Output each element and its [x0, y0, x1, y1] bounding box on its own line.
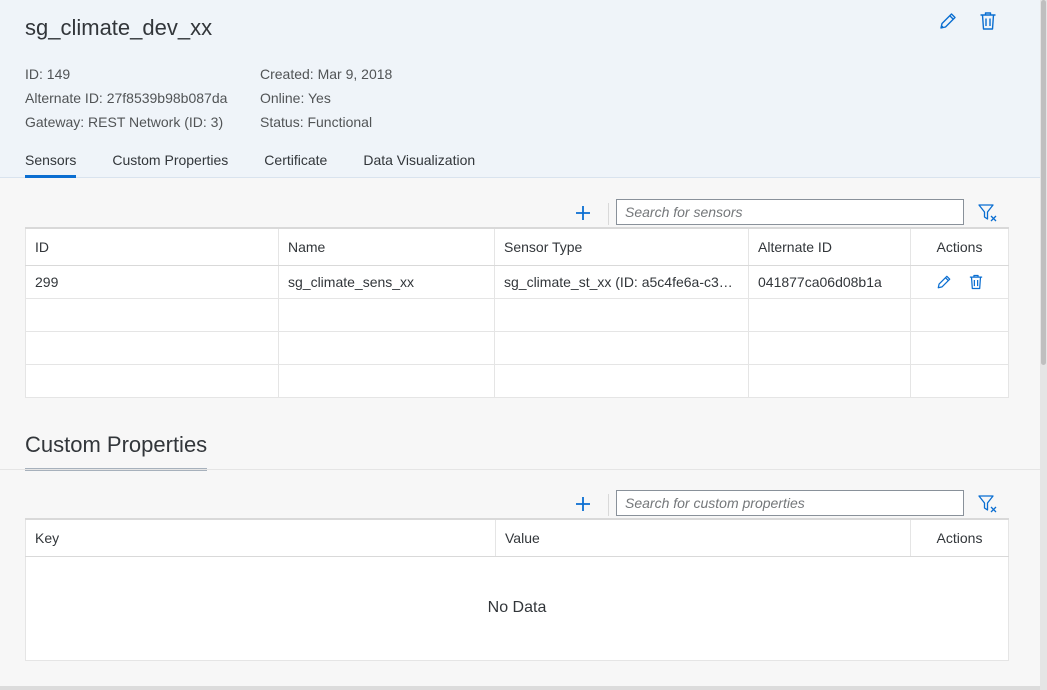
edit-sensor-button[interactable] — [935, 273, 953, 291]
no-data-text: No Data — [25, 555, 1009, 661]
filter-clear-icon — [978, 204, 997, 222]
add-sensor-button[interactable] — [571, 201, 595, 225]
table-header-row: Key Value Actions — [25, 518, 1009, 557]
object-page-header: sg_climate_dev_xx ID: 149 Alternate ID: … — [0, 0, 1040, 178]
device-meta-right: Created: Mar 9, 2018 Online: Yes Status:… — [260, 62, 392, 134]
sensors-search-input[interactable] — [616, 199, 964, 225]
table-header-row: ID Name Sensor Type Alternate ID Actions — [25, 227, 1009, 266]
column-header-value[interactable]: Value — [495, 518, 911, 557]
column-header-alternate-id[interactable]: Alternate ID — [748, 227, 911, 266]
sensor-name-cell: sg_climate_sens_xx — [278, 264, 495, 299]
sensor-actions-cell — [910, 264, 1009, 299]
bottom-scroll-edge — [0, 686, 1040, 690]
tab-data-visualization[interactable]: Data Visualization — [363, 152, 475, 176]
page-title: sg_climate_dev_xx — [25, 15, 213, 40]
pencil-icon — [937, 275, 950, 288]
no-data-row: No Data — [25, 555, 1009, 661]
column-header-sensor-type[interactable]: Sensor Type — [494, 227, 749, 266]
pencil-icon — [940, 13, 956, 29]
tab-bar: Sensors Custom Properties Certificate Da… — [25, 152, 511, 178]
edit-device-button[interactable] — [937, 10, 959, 32]
sensors-toolbar — [25, 199, 1007, 229]
custom-properties-search-input[interactable] — [616, 490, 964, 516]
column-header-name[interactable]: Name — [278, 227, 495, 266]
sensor-type-cell: sg_climate_st_xx (ID: a5c4fe6a-c32… — [494, 264, 749, 299]
trash-icon — [980, 12, 996, 30]
delete-sensor-button[interactable] — [967, 273, 985, 291]
table-row-empty — [25, 330, 1009, 365]
tab-custom-properties[interactable]: Custom Properties — [112, 152, 228, 176]
sensor-id-cell: 299 — [25, 264, 279, 299]
tab-sensors[interactable]: Sensors — [25, 152, 77, 178]
custom-properties-table: Key Value Actions No Data — [25, 518, 1009, 661]
plus-icon — [576, 497, 590, 511]
device-meta-left: ID: 149 Alternate ID: 27f8539b98b087da G… — [25, 62, 227, 134]
column-header-key[interactable]: Key — [25, 518, 496, 557]
sensors-table: ID Name Sensor Type Alternate ID Actions… — [25, 227, 1009, 398]
device-created: Created: Mar 9, 2018 — [260, 66, 393, 82]
clear-filter-button[interactable] — [977, 202, 999, 224]
plus-icon — [576, 206, 590, 220]
tab-certificate[interactable]: Certificate — [264, 152, 327, 176]
toolbar-separator — [608, 203, 609, 225]
toolbar-separator — [608, 494, 609, 516]
sensor-alternate-id-cell: 041877ca06d08b1a — [748, 264, 911, 299]
custom-properties-section-title: Custom Properties — [25, 432, 207, 471]
column-header-actions: Actions — [910, 227, 1009, 266]
clear-filter-button[interactable] — [977, 493, 999, 515]
scrollbar-thumb[interactable] — [1041, 0, 1046, 365]
device-online: Online: Yes — [260, 90, 331, 106]
column-header-id[interactable]: ID — [25, 227, 279, 266]
column-header-actions: Actions — [910, 518, 1009, 557]
table-row-empty — [25, 363, 1009, 398]
trash-icon — [969, 274, 982, 289]
device-gateway: Gateway: REST Network (ID: 3) — [25, 114, 224, 130]
table-row-empty — [25, 297, 1009, 332]
filter-clear-icon — [978, 495, 997, 513]
add-custom-property-button[interactable] — [571, 492, 595, 516]
custom-properties-toolbar — [25, 490, 1007, 520]
device-alternate-id: Alternate ID: 27f8539b98b087da — [25, 90, 228, 106]
table-row[interactable]: 299 sg_climate_sens_xx sg_climate_st_xx … — [25, 264, 1009, 299]
device-status: Status: Functional — [260, 114, 373, 130]
page-scrollbar[interactable] — [1040, 0, 1047, 690]
device-id: ID: 149 — [25, 66, 71, 82]
section-divider — [0, 469, 1040, 470]
delete-device-button[interactable] — [977, 10, 999, 32]
